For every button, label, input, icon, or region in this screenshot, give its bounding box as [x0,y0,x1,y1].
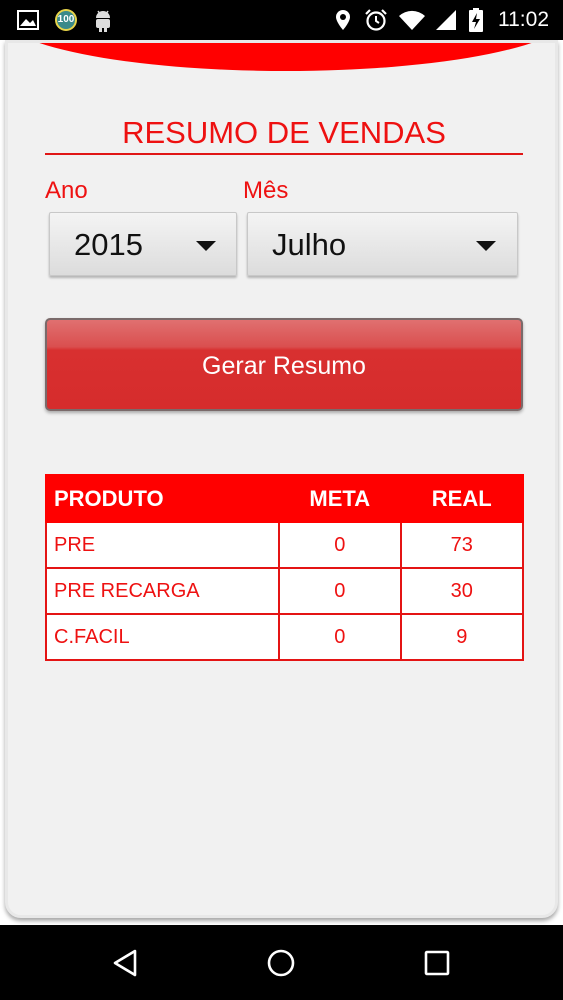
cell-real: 73 [399,521,524,569]
table-row: PRE 0 73 [44,521,524,569]
title-divider [45,153,523,155]
table-row: C.FACIL 0 9 [44,613,524,661]
app-screen: RESUMO DE VENDAS Ano Mês 2015 Julho Gera… [0,40,563,925]
cell-meta: 0 [278,613,402,661]
cell-produto: C.FACIL [44,613,281,661]
image-icon [16,8,40,32]
signal-icon [434,8,458,32]
location-icon [334,8,352,32]
status-time: 11:02 [498,8,549,31]
card-header-band [8,43,555,71]
sales-table: PRODUTO META REAL PRE 0 73 PRE RECARGA 0… [44,474,524,661]
year-spinner[interactable]: 2015 [49,212,237,276]
page-title: RESUMO DE VENDAS [122,115,446,150]
alarm-icon [364,8,388,32]
month-value: Julho [272,227,347,262]
dropdown-arrow-icon [476,241,496,251]
table-row: PRE RECARGA 0 30 [44,567,524,615]
month-label: Mês [243,177,289,204]
battery-saver-100-icon: 100 [52,8,80,32]
wifi-icon [398,8,426,32]
cell-real: 30 [399,567,524,615]
table-header-row: PRODUTO META REAL [44,474,524,523]
recents-icon[interactable] [421,947,453,979]
cell-produto: PRE [44,521,281,569]
badge-text: 100 [57,14,75,25]
cell-meta: 0 [278,521,402,569]
dropdown-arrow-icon [196,241,216,251]
month-spinner[interactable]: Julho [247,212,518,276]
navigation-bar [0,925,563,1000]
back-icon[interactable] [109,947,141,979]
year-value: 2015 [74,227,143,262]
generate-summary-button[interactable]: Gerar Resumo [45,318,523,411]
home-icon[interactable] [265,947,297,979]
year-label: Ano [45,177,88,204]
status-bar: 100 11:02 [0,0,563,40]
column-header-meta: META [278,474,402,523]
android-icon [92,8,114,32]
cell-meta: 0 [278,567,402,615]
cell-produto: PRE RECARGA [44,567,281,615]
content-card: RESUMO DE VENDAS Ano Mês 2015 Julho Gera… [5,40,558,918]
column-header-real: REAL [399,474,524,523]
battery-charging-icon [468,8,484,32]
column-header-produto: PRODUTO [44,474,281,523]
cell-real: 9 [399,613,524,661]
generate-summary-label: Gerar Resumo [202,352,366,380]
